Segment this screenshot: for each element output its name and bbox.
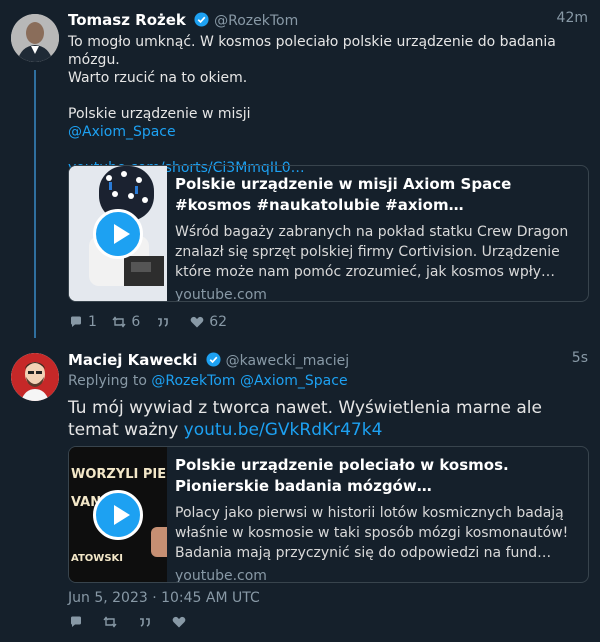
thumbnail-text: WORZYLI PIERWSZA (71, 467, 167, 482)
retweet-button[interactable] (102, 614, 122, 630)
reply-icon (71, 616, 81, 627)
card-domain: youtube.com (175, 568, 267, 583)
replying-mentions[interactable]: @RozekTom @Axiom_Space (151, 373, 347, 389)
verified-badge-icon (205, 352, 221, 367)
tweet-text-line: To mogło umknąć. W kosmos poleciało pols… (68, 34, 556, 68)
heart-icon (173, 616, 186, 628)
tweet1-header: Tomasz Rożek @RozekTom 42m (68, 10, 588, 32)
avatar-image (11, 14, 59, 62)
retweet-count: 6 (131, 314, 141, 330)
heart-icon (190, 316, 204, 328)
verified-badge-icon (194, 12, 209, 27)
author-name[interactable]: Tomasz Rożek (68, 11, 186, 29)
author-handle[interactable]: @RozekTom (214, 13, 298, 29)
replying-to: Replying to @RozekTom @Axiom_Space (68, 373, 348, 389)
like-count: 62 (209, 314, 228, 330)
card-description: Wśród bagaży zabranych na pokład statku … (175, 224, 569, 280)
card-description: Polacy jako pierwsi w historii lotów kos… (175, 505, 569, 561)
play-button-icon[interactable] (93, 489, 143, 540)
retweet-icon (103, 616, 117, 628)
card-title: Polskie urządzenie poleciało w kosmos. P… (175, 456, 509, 495)
play-button-icon[interactable] (93, 208, 143, 259)
quote-button[interactable] (155, 314, 175, 330)
quote-icon (139, 618, 150, 627)
card-thumbnail (69, 166, 167, 301)
reply-icon (71, 316, 81, 327)
tweet-text-line: Polskie urządzenie w misji (68, 106, 251, 122)
reply-button[interactable] (68, 614, 88, 630)
tweet-date[interactable]: Jun 5, 2023 · 10:45 AM UTC (68, 590, 260, 606)
reply-button[interactable]: 1 (68, 314, 97, 330)
reply-count: 1 (88, 314, 97, 330)
card-title: Polskie urządzenie w misji Axiom Space #… (175, 175, 512, 214)
like-button[interactable] (171, 614, 191, 630)
thread-line (34, 70, 36, 338)
quote-button[interactable] (137, 614, 157, 630)
card-content: Polskie urządzenie w misji Axiom Space #… (175, 174, 580, 302)
retweet-icon (112, 316, 126, 328)
link-card[interactable]: Polskie urządzenie w misji Axiom Space #… (68, 165, 589, 302)
avatar-image (11, 353, 59, 401)
avatar-maciej[interactable] (11, 353, 59, 401)
replying-label: Replying to (68, 373, 147, 389)
tweet1-body: To mogło umknąć. W kosmos poleciało pols… (68, 33, 588, 177)
tweet2-header: Maciej Kawecki @kawecki_maciej 5s (68, 350, 588, 372)
thumbnail-text: ATOWSKI (71, 553, 123, 564)
avatar-tomasz[interactable] (11, 14, 59, 62)
quote-icon (157, 318, 168, 327)
card-domain: youtube.com (175, 287, 267, 302)
mention-link[interactable]: @Axiom_Space (68, 123, 588, 141)
tweet-time[interactable]: 5s (572, 350, 588, 366)
tweet-time[interactable]: 42m (557, 10, 588, 26)
card-thumbnail: WORZYLI PIERWSZA VANA ATOWSKI (69, 447, 167, 582)
tweet2-body: Tu mój wywiad z tworca nawet. Wyświetlen… (68, 397, 593, 441)
like-button[interactable]: 62 (189, 314, 227, 330)
tweet-text-line: Warto rzucić na to okiem. (68, 70, 248, 86)
youtube-link[interactable]: youtu.be/GVkRdKr47k4 (184, 420, 383, 440)
thumbnail-figure (151, 527, 167, 557)
retweet-button[interactable]: 6 (111, 314, 140, 330)
tweet1-actions: 1 6 62 (68, 314, 237, 332)
tweet2-actions (68, 614, 201, 632)
author-handle[interactable]: @kawecki_maciej (226, 353, 350, 369)
link-card[interactable]: WORZYLI PIERWSZA VANA ATOWSKI Polskie ur… (68, 446, 589, 583)
author-name[interactable]: Maciej Kawecki (68, 351, 197, 369)
card-content: Polskie urządzenie poleciało w kosmos. P… (175, 455, 580, 583)
